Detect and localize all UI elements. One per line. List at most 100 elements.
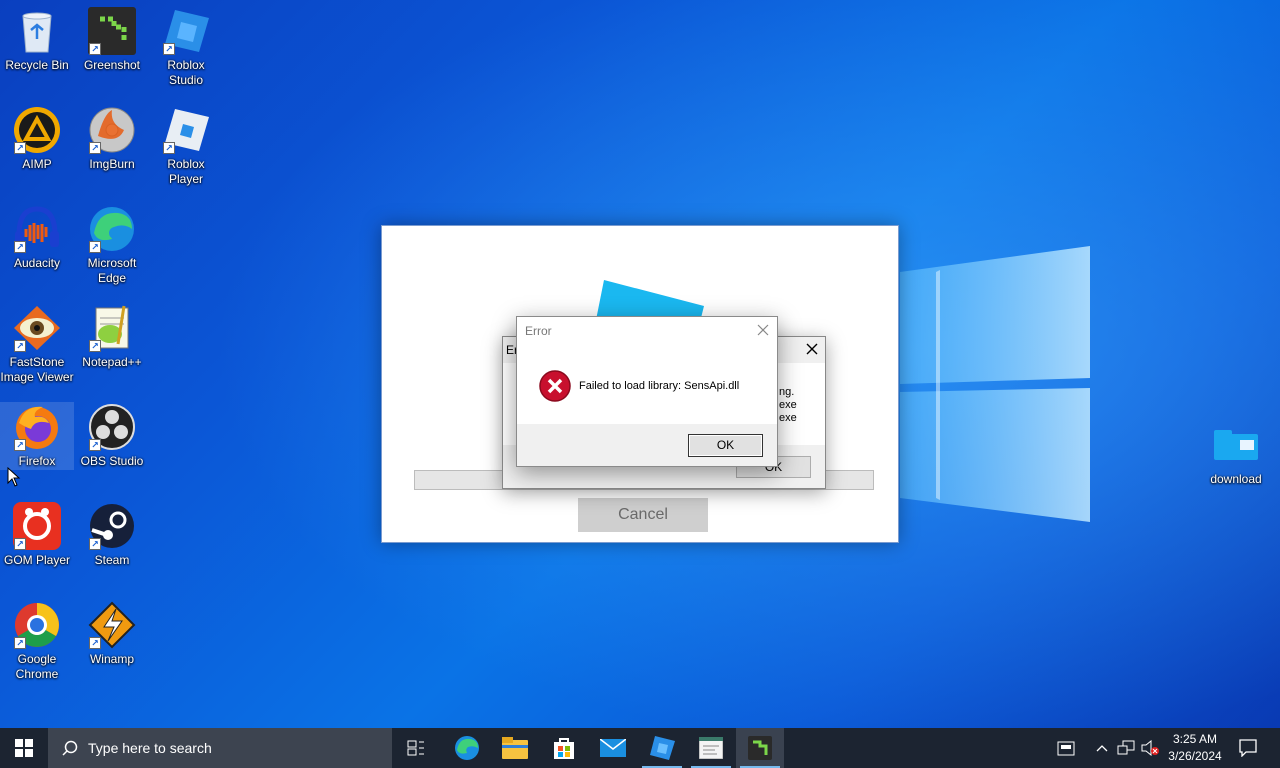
- shortcut-arrow-icon: ↗: [14, 637, 26, 649]
- desktop-icon-download[interactable]: download: [1199, 420, 1273, 487]
- shortcut-arrow-icon: ↗: [89, 241, 101, 253]
- clock-date: 3/26/2024: [1168, 749, 1222, 763]
- desktop-icon-label: Greenshot: [83, 58, 141, 72]
- desktop-icon-notepadpp[interactable]: ↗ Notepad++: [75, 303, 149, 370]
- dialog-text: ng. exe exe: [779, 386, 797, 424]
- faststone-icon: ↗: [12, 303, 62, 353]
- desktop-icon-label: Microsoft Edge: [87, 256, 137, 285]
- shortcut-arrow-icon: ↗: [89, 142, 101, 154]
- close-icon[interactable]: [805, 342, 819, 356]
- clock-time: 3:25 AM: [1172, 732, 1218, 746]
- desktop-icon-roblox-studio[interactable]: ↗ Roblox Studio: [149, 6, 223, 88]
- desktop-icon-audacity[interactable]: ↗ Audacity: [0, 204, 74, 271]
- ok-button[interactable]: OK: [688, 434, 763, 457]
- edge-icon: ↗: [87, 204, 137, 254]
- desktop-icon-label: Notepad++: [82, 355, 142, 369]
- desktop-icon-label: FastStone Image Viewer: [0, 355, 74, 384]
- aimp-icon: ↗: [12, 105, 62, 155]
- dialog-title: Error: [525, 324, 552, 338]
- cancel-button[interactable]: Cancel: [578, 498, 708, 532]
- taskbar-greenshot[interactable]: [736, 728, 784, 768]
- taskbar-installer[interactable]: [687, 728, 735, 768]
- desktop-icon-greenshot[interactable]: ↗ Greenshot: [75, 6, 149, 73]
- store-icon: [554, 738, 574, 759]
- desktop-icon-gom-player[interactable]: ↗ GOM Player: [0, 501, 74, 568]
- desktop-icon-recycle-bin[interactable]: Recycle Bin: [0, 6, 74, 73]
- imgburn-icon: ↗: [87, 105, 137, 155]
- shortcut-arrow-icon: ↗: [14, 439, 26, 451]
- desktop-icon-aimp[interactable]: ↗ AIMP: [0, 105, 74, 172]
- desktop-icon-firefox[interactable]: ↗ Firefox: [0, 402, 74, 470]
- shortcut-arrow-icon: ↗: [14, 538, 26, 550]
- tray-app-button[interactable]: [1042, 728, 1090, 768]
- greenshot-icon: ↗: [87, 6, 137, 56]
- desktop-icon-label: AIMP: [22, 157, 52, 171]
- desktop-icon-label: Steam: [94, 553, 130, 567]
- app-window-icon: [699, 737, 723, 759]
- desktop-icon-label: Google Chrome: [15, 652, 59, 681]
- windows-logo-icon: [15, 739, 33, 757]
- desktop-icon-winamp[interactable]: ↗ Winamp: [75, 600, 149, 667]
- roblox-studio-icon: ↗: [161, 6, 211, 56]
- desktop-icon-label: Audacity: [13, 256, 61, 270]
- edge-icon: [455, 736, 479, 760]
- desktop-icon-faststone[interactable]: ↗ FastStone Image Viewer: [0, 303, 74, 385]
- task-view-button[interactable]: [392, 728, 440, 768]
- mail-icon: [600, 739, 626, 757]
- shortcut-arrow-icon: ↗: [14, 142, 26, 154]
- desktop-icon-chrome[interactable]: ↗ Google Chrome: [0, 600, 74, 682]
- network-button[interactable]: [1114, 728, 1138, 768]
- desktop-icon-label: OBS Studio: [80, 454, 144, 468]
- network-icon: [1117, 740, 1135, 755]
- taskbar-edge[interactable]: [443, 728, 491, 768]
- firefox-icon: ↗: [12, 402, 62, 452]
- taskbar-roblox-studio[interactable]: [638, 728, 686, 768]
- chevron-up-icon: [1096, 745, 1108, 752]
- close-icon[interactable]: [757, 324, 769, 336]
- show-hidden-icons-button[interactable]: [1090, 728, 1114, 768]
- taskbar-file-explorer[interactable]: [491, 728, 539, 768]
- desktop-icon-label: GOM Player: [3, 553, 70, 567]
- chrome-icon: ↗: [12, 600, 62, 650]
- action-center-button[interactable]: [1228, 728, 1268, 768]
- desktop-icon-obs[interactable]: ↗ OBS Studio: [75, 402, 149, 469]
- task-view-icon: [407, 740, 424, 756]
- tray-app-icon: [1057, 741, 1075, 756]
- shortcut-arrow-icon: ↗: [89, 43, 101, 55]
- start-button[interactable]: [0, 728, 48, 768]
- shortcut-arrow-icon: ↗: [14, 241, 26, 253]
- shortcut-arrow-icon: ↗: [163, 43, 175, 55]
- error-dialog: Error Failed to load library: SensApi.dl…: [516, 316, 778, 467]
- mouse-cursor-icon: [7, 467, 21, 487]
- winamp-icon: ↗: [87, 600, 137, 650]
- obs-icon: ↗: [87, 402, 137, 452]
- taskbar-mail[interactable]: [589, 728, 637, 768]
- notepadpp-icon: ↗: [87, 303, 137, 353]
- desktop-icon-label: Roblox Studio: [167, 58, 205, 87]
- desktop-icon-label: ImgBurn: [89, 157, 135, 171]
- shortcut-arrow-icon: ↗: [89, 340, 101, 352]
- taskbar-store[interactable]: [540, 728, 588, 768]
- shortcut-arrow-icon: ↗: [89, 439, 101, 451]
- taskbar: Type here to search 3:25 AM 3/26/2024: [0, 728, 1280, 768]
- shortcut-arrow-icon: ↗: [163, 142, 175, 154]
- clock[interactable]: 3:25 AM 3/26/2024: [1164, 731, 1226, 765]
- desktop-icon-label: Winamp: [89, 652, 134, 666]
- recycle-bin-icon: [12, 6, 62, 56]
- volume-button[interactable]: [1138, 728, 1162, 768]
- search-icon: [62, 740, 78, 756]
- shortcut-arrow-icon: ↗: [89, 538, 101, 550]
- error-icon: [539, 370, 571, 402]
- desktop-icon-roblox-player[interactable]: ↗ Roblox Player: [149, 105, 223, 187]
- search-box[interactable]: Type here to search: [48, 728, 392, 768]
- steam-icon: ↗: [87, 501, 137, 551]
- gom-player-icon: ↗: [12, 501, 62, 551]
- notification-icon: [1239, 739, 1257, 757]
- desktop-icon-steam[interactable]: ↗ Steam: [75, 501, 149, 568]
- desktop-icon-imgburn[interactable]: ↗ ImgBurn: [75, 105, 149, 172]
- greenshot-icon: [748, 736, 772, 760]
- desktop-icon-label: Roblox Player: [167, 157, 205, 186]
- desktop-icon-edge[interactable]: ↗ Microsoft Edge: [75, 204, 149, 286]
- folder-icon: [1211, 420, 1261, 470]
- audacity-icon: ↗: [12, 204, 62, 254]
